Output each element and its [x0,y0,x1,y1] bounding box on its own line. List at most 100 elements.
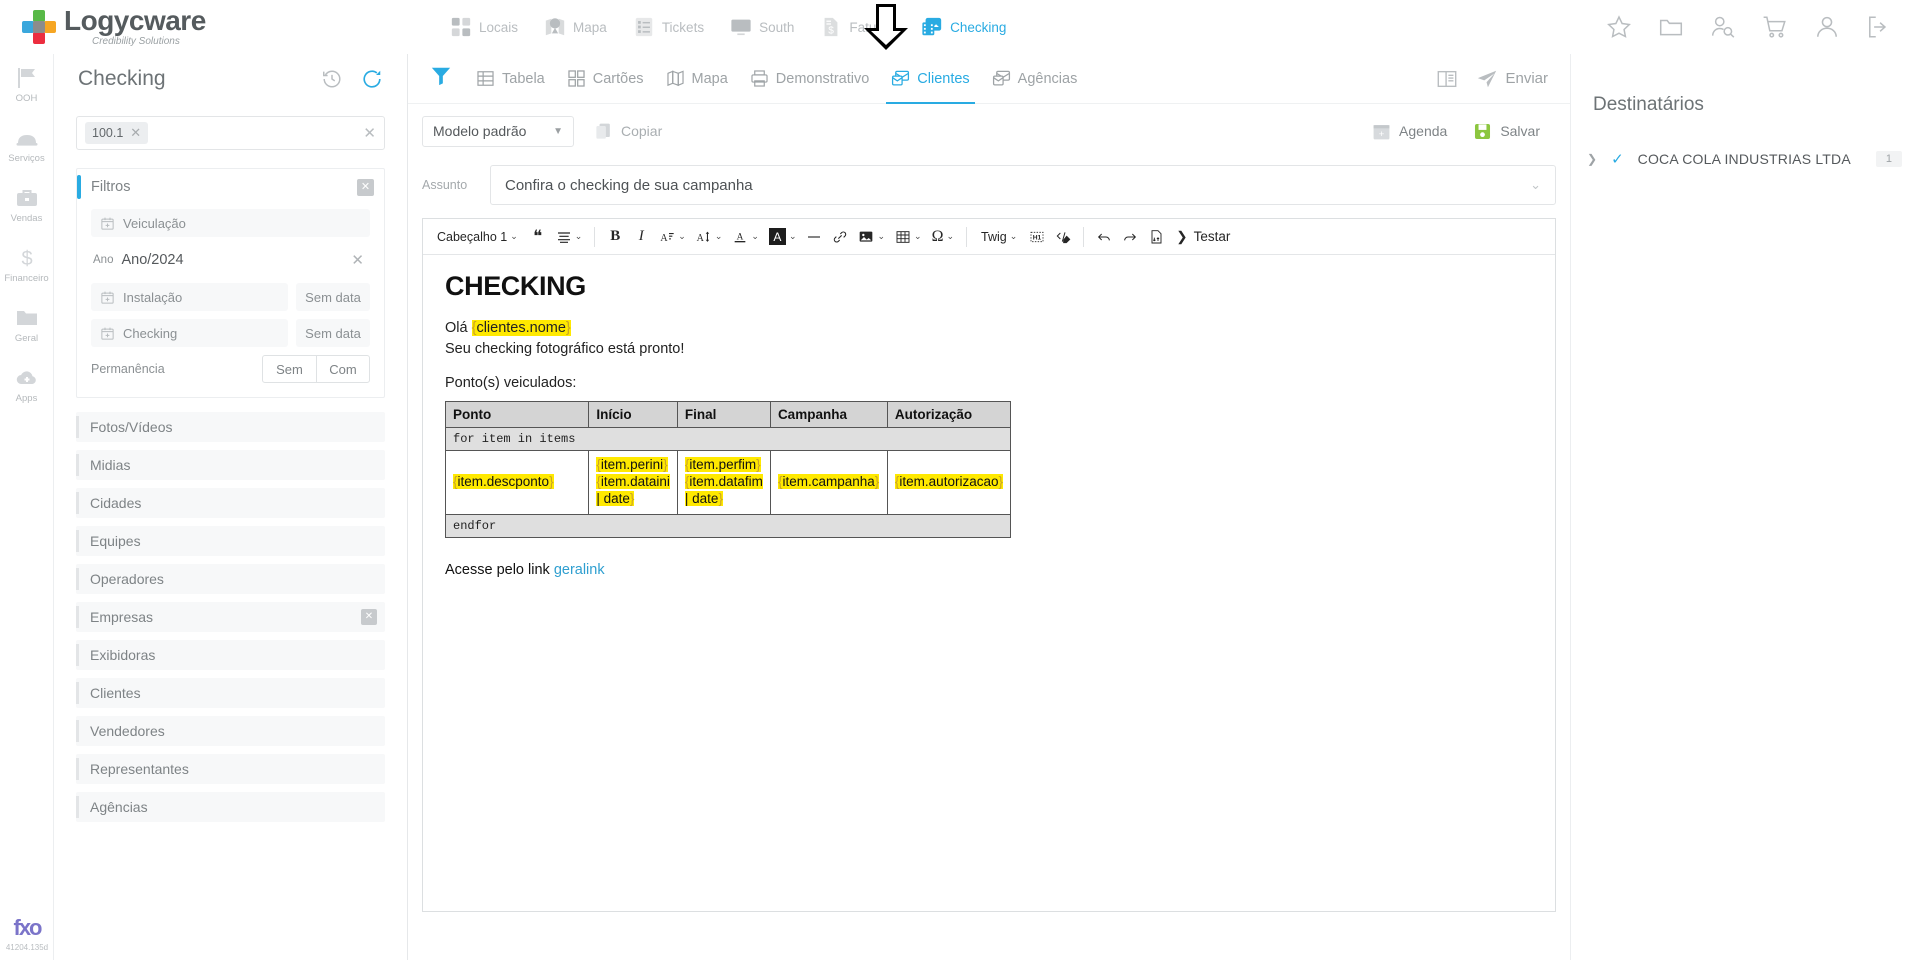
funnel-icon [431,67,451,86]
permanence-option-sem[interactable]: Sem [263,356,316,382]
user-search-icon[interactable] [1710,14,1736,40]
topnav-item-checking[interactable]: Checking [921,16,1006,38]
sidebar-item-agencias[interactable]: Agências [76,792,385,822]
filter-row-checking[interactable]: Checking Sem data [91,319,370,347]
sidebar-item-exibidoras[interactable]: Exibidoras [76,640,385,670]
permanence-toggle: Sem Com [262,355,370,383]
agenda-button[interactable]: + Agenda [1372,122,1447,141]
save-button[interactable]: Salvar [1473,122,1540,141]
sidebar-item-midias[interactable]: Midias [76,450,385,480]
rail-item-ooh[interactable]: OOH [0,66,54,104]
rail-item-geral[interactable]: Geral [0,306,54,344]
tab-agencias[interactable]: Agências [981,54,1089,104]
sidebar-item-label: Midias [90,457,131,473]
sidebar-item-empresas[interactable]: Empresas ✕ [76,602,385,632]
toolbar-divider [594,226,596,247]
twig-select[interactable]: Twig ⌄ [975,224,1023,250]
test-button[interactable]: ❯ Testar [1172,224,1234,250]
sidebar-item-cidades[interactable]: Cidades [76,488,385,518]
rail-item-apps[interactable]: Apps [0,366,54,404]
permanence-row: Permanência Sem Com [91,355,370,383]
topnav-item-locais[interactable]: Locais [450,16,518,38]
rail-item-vendas[interactable]: Vendas [0,186,54,224]
topnav-item-south[interactable]: South [730,16,794,38]
search-input[interactable]: 100.1 ✕ ✕ [76,116,385,150]
tab-clientes[interactable]: Clientes [880,54,980,104]
filter-row-ano[interactable]: Ano Ano/2024 ✕ [91,245,370,275]
cart-icon[interactable] [1762,14,1788,40]
line-height-button[interactable]: A ⌄ [692,224,727,250]
table-button[interactable]: ⌄ [891,224,926,250]
quote-button[interactable]: ❝ [526,224,550,250]
align-button[interactable]: ⌄ [552,224,587,250]
table-header-campanha: Campanha [769,401,888,428]
history-icon[interactable] [321,68,343,90]
email-heading: CHECKING [445,271,586,301]
search-chip[interactable]: 100.1 ✕ [85,122,149,144]
svg-text:A: A [661,233,669,244]
year-remove-icon[interactable]: ✕ [351,251,370,269]
logout-icon[interactable] [1866,14,1892,40]
text-color-button[interactable]: A ⌄ [728,224,763,250]
tab-tabela[interactable]: Tabela [465,54,556,104]
send-button[interactable]: Enviar [1476,68,1548,90]
page-break-button[interactable] [1144,224,1168,250]
tab-mapa[interactable]: Mapa [655,54,739,104]
rail-item-servicos[interactable]: Serviços [0,126,54,164]
filter-funnel-button[interactable] [420,65,465,92]
brand-logo[interactable]: Logycware Credibility Solutions [0,7,300,47]
topnav-item-tickets[interactable]: Tickets [633,16,704,38]
refresh-icon[interactable] [361,68,383,90]
search-chip-remove-icon[interactable]: ✕ [130,125,141,141]
h1-block-button[interactable]: H1 [1025,224,1049,250]
filter-label: Veiculação [123,215,186,231]
folder-icon[interactable] [1658,14,1684,40]
tab-cartoes[interactable]: Cartões [556,54,655,104]
redo-button[interactable] [1118,224,1142,250]
copy-button[interactable]: Copiar [594,122,662,141]
filter-value[interactable]: Sem data [296,283,370,311]
star-icon[interactable] [1606,14,1632,40]
sidebar-item-operadores[interactable]: Operadores [76,564,385,594]
special-char-button[interactable]: Ω ⌄ [928,224,958,250]
panel-layout-icon[interactable] [1436,68,1458,90]
filter-row-veiculacao[interactable]: Veiculação [91,209,370,237]
permanence-option-com[interactable]: Com [316,356,369,382]
sidebar-item-equipes[interactable]: Equipes [76,526,385,556]
sidebar-item-vendedores[interactable]: Vendedores [76,716,385,746]
rail-item-financeiro[interactable]: $ Financeiro [0,246,54,284]
check-icon[interactable]: ✓ [1611,150,1624,168]
topnav-item-mapa[interactable]: Mapa [544,16,607,38]
tab-demonstrativo[interactable]: Demonstrativo [739,54,880,104]
rail-label: Apps [15,393,38,404]
filters-close-button[interactable]: ✕ [357,178,374,196]
bold-button[interactable]: B [603,224,627,250]
image-button[interactable]: ⌄ [854,224,889,250]
font-size-button[interactable]: A ⌄ [655,224,690,250]
email-body[interactable]: CHECKING Olá {clientes.nome} Seu checkin… [423,255,1555,911]
source-edit-button[interactable] [1051,224,1075,250]
undo-button[interactable] [1092,224,1116,250]
filter-row-instalacao[interactable]: Instalação Sem data [91,283,370,311]
sidebar-item-representantes[interactable]: Representantes [76,754,385,784]
italic-button[interactable]: I [629,224,653,250]
highlight-button[interactable]: A ⌄ [765,224,801,250]
rail-footer: fxo 41204.135d [0,915,54,952]
search-clear-icon[interactable]: ✕ [363,124,376,142]
filter-value[interactable]: Sem data [296,319,370,347]
sidebar-section-list: Fotos/Vídeos Midias Cidades Equipes Oper… [54,412,407,822]
sidebar-item-fotos-videos[interactable]: Fotos/Vídeos [76,412,385,442]
subject-label: Assunto [422,178,468,192]
heading-select[interactable]: Cabeçalho 1 ⌄ [431,224,524,250]
chevron-down-icon[interactable]: ⌄ [1530,177,1541,193]
template-select[interactable]: Modelo padrão ▼ [422,115,574,147]
footer-link[interactable]: geralink [554,562,605,578]
recipient-row[interactable]: ❯ ✓ COCA COLA INDUSTRIAS LTDA 1 [1587,144,1902,174]
subject-input[interactable]: Confira o checking de sua campanha ⌄ [490,165,1556,205]
chevron-right-icon[interactable]: ❯ [1587,152,1597,166]
user-icon[interactable] [1814,14,1840,40]
sidebar-item-close-button[interactable]: ✕ [361,609,377,625]
sidebar-item-clientes[interactable]: Clientes [76,678,385,708]
link-button[interactable] [828,224,852,250]
horizontal-rule-button[interactable] [802,224,826,250]
